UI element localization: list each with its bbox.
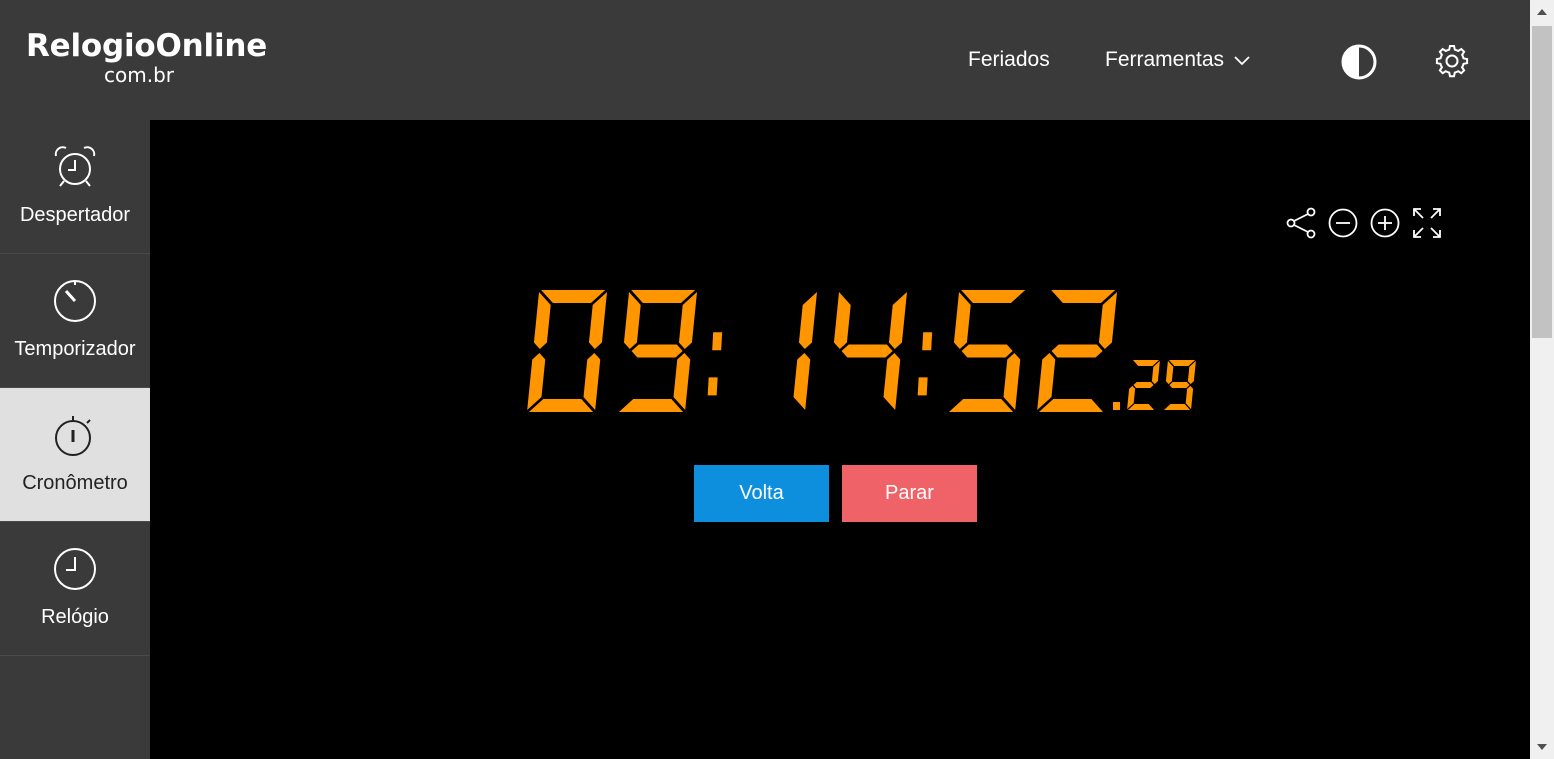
- digit-segment: [631, 344, 683, 358]
- sidebar-item-temporizador[interactable]: Temporizador: [0, 254, 150, 388]
- scroll-down-arrow-icon[interactable]: [1530, 735, 1554, 759]
- contrast-icon: [1341, 44, 1377, 80]
- digit-segment: [528, 399, 594, 412]
- nav-feriados-label: Feriados: [968, 48, 1050, 71]
- digit-segment: [1165, 360, 1174, 385]
- digit-segment: [1168, 360, 1196, 366]
- digit-segment: [888, 291, 908, 350]
- stopwatch-panel: Volta Parar: [150, 120, 1530, 759]
- display-toolbar: [1285, 206, 1443, 240]
- digit-segment: [541, 290, 606, 303]
- stopwatch-icon: [55, 416, 91, 456]
- digit-segment: [953, 291, 971, 350]
- header: RelogioOnline com.br Feriados Ferramenta…: [0, 0, 1530, 120]
- nav-ferramentas-menu[interactable]: Ferramentas: [1105, 48, 1250, 72]
- sidebar-item-relogio[interactable]: Relógio: [0, 522, 150, 656]
- settings-button[interactable]: [1433, 42, 1471, 80]
- digit-segment: [1185, 385, 1194, 410]
- lap-button[interactable]: Volta: [694, 465, 829, 522]
- time-digit: [1037, 290, 1118, 412]
- logo-subtitle: com.br: [104, 63, 174, 87]
- time-digit: [948, 290, 1026, 412]
- digit-segment: [1051, 290, 1116, 303]
- hundredths-digit: [1127, 360, 1160, 410]
- hundredths-digit: [1163, 360, 1196, 410]
- seven-segment-display: [527, 290, 1196, 412]
- digit-segment: [841, 344, 893, 358]
- zoom-out-icon[interactable]: [1327, 206, 1359, 240]
- time-digit: [833, 291, 908, 411]
- colon-dot: [707, 377, 718, 396]
- scroll-up-arrow-icon[interactable]: [1530, 0, 1554, 24]
- site-logo[interactable]: RelogioOnline com.br: [26, 28, 268, 87]
- digit-segment: [1003, 352, 1021, 411]
- zoom-in-icon[interactable]: [1369, 206, 1401, 240]
- clock-icon: [54, 548, 96, 590]
- digit-segment: [961, 344, 1013, 358]
- logo-title: RelogioOnline: [26, 28, 268, 64]
- gear-icon: [1435, 45, 1469, 78]
- share-icon[interactable]: [1285, 206, 1317, 240]
- nav-ferramentas-label: Ferramentas: [1105, 48, 1225, 71]
- decimal-point: [1113, 402, 1120, 410]
- scrollbar-thumb[interactable]: [1532, 26, 1552, 338]
- vertical-scrollbar[interactable]: [1530, 0, 1554, 759]
- digit-segment: [961, 290, 1026, 303]
- stop-button[interactable]: Parar: [842, 465, 977, 522]
- digit-segment: [1163, 404, 1191, 410]
- digit-segment: [1038, 399, 1104, 412]
- time-digit: [618, 290, 698, 412]
- digit-segment: [618, 399, 684, 412]
- sidebar-item-label: Temporizador: [14, 338, 136, 360]
- digit-segment: [631, 290, 696, 303]
- digit-segment: [1133, 382, 1154, 388]
- sidebar-item-cronometro[interactable]: Cronômetro: [0, 388, 150, 522]
- time-digit: [527, 290, 608, 412]
- contrast-toggle-button[interactable]: [1340, 43, 1378, 81]
- digit-segment: [1127, 404, 1155, 410]
- colon-dot: [712, 332, 723, 351]
- alarm-clock-icon: [54, 146, 96, 187]
- time-digit: [793, 291, 818, 411]
- digit-segment: [798, 291, 818, 350]
- digit-segment: [623, 291, 641, 350]
- digit-segment: [1051, 344, 1103, 358]
- nav-feriados-link[interactable]: Feriados: [968, 48, 1050, 72]
- sidebar-item-label: Relógio: [41, 606, 109, 628]
- colon-dot: [917, 377, 928, 396]
- digit-segment: [673, 352, 691, 411]
- fullscreen-icon[interactable]: [1411, 206, 1443, 240]
- digit-segment: [1132, 360, 1160, 366]
- sidebar: Despertador Temporizador Cronômetro Reló…: [0, 120, 150, 759]
- digit-segment: [883, 352, 901, 411]
- sidebar-item-label: Cronômetro: [22, 472, 128, 494]
- digit-segment: [1169, 382, 1190, 388]
- digit-segment: [583, 352, 601, 411]
- sidebar-item-despertador[interactable]: Despertador: [0, 120, 150, 254]
- colon-dot: [922, 332, 933, 351]
- digit-segment: [533, 291, 551, 350]
- timer-icon: [54, 280, 96, 322]
- digit-segment: [793, 352, 811, 411]
- sidebar-item-label: Despertador: [19, 204, 131, 226]
- chevron-down-icon: [1234, 56, 1250, 66]
- digit-segment: [948, 399, 1014, 412]
- stopwatch-display: [527, 288, 1247, 418]
- digit-segment: [833, 291, 851, 350]
